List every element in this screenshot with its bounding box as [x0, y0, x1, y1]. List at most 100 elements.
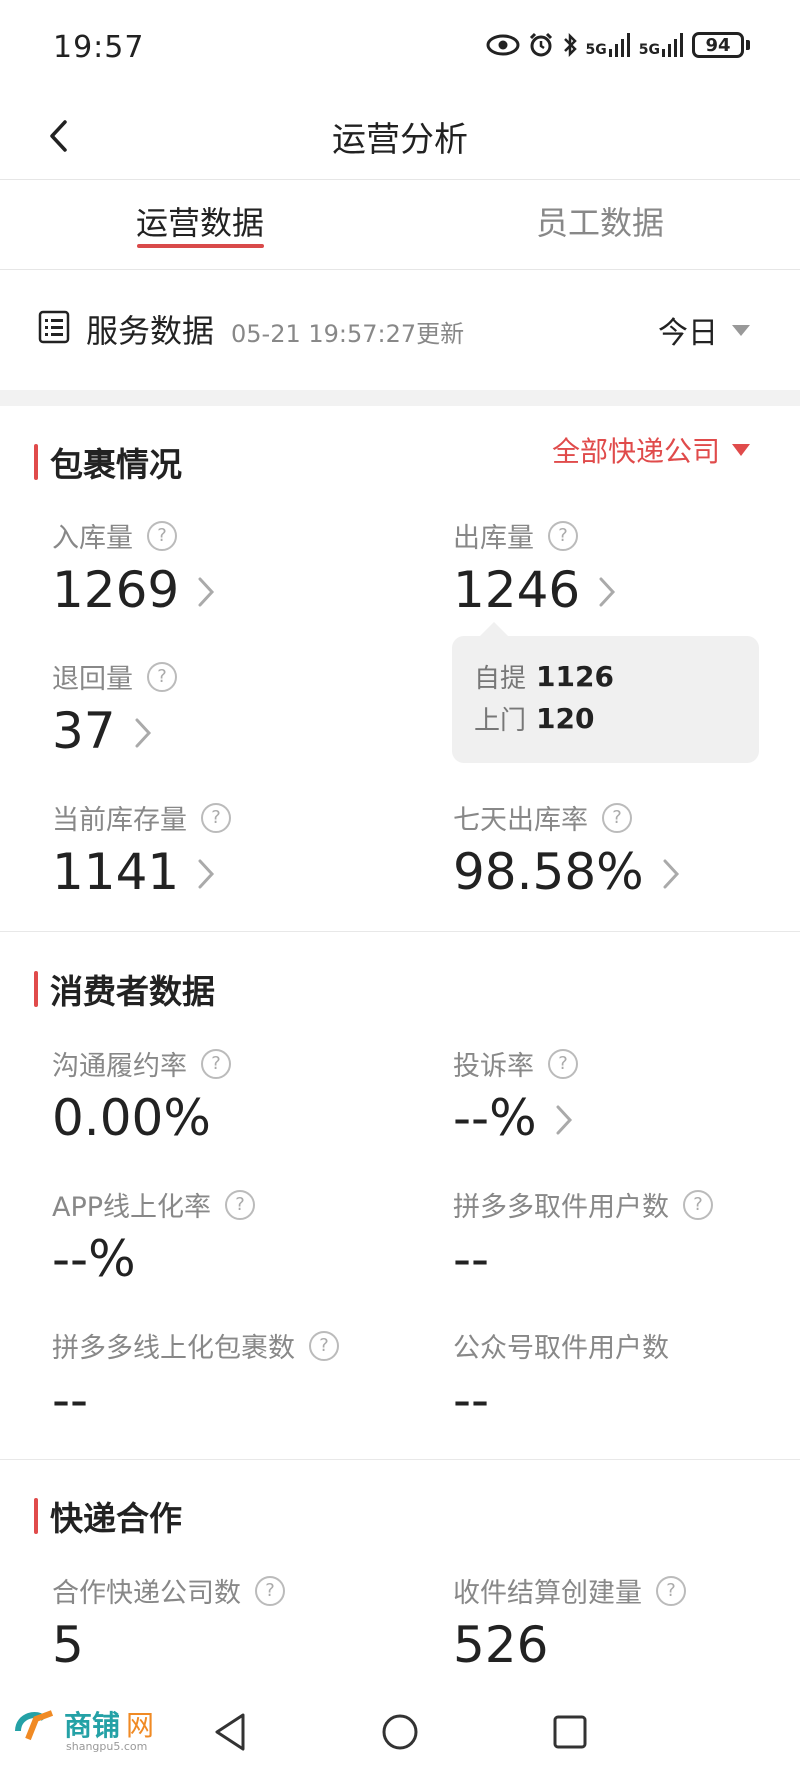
system-recents-button[interactable] [540, 1702, 600, 1762]
battery-icon: 94 [692, 32, 750, 58]
help-icon[interactable]: ? [201, 1048, 231, 1079]
caret-down-icon [732, 324, 750, 336]
metric-value: 37 [52, 702, 116, 760]
metric-inbound[interactable]: 入库量? 1269 [52, 516, 215, 619]
metric-value: -- [52, 1371, 89, 1429]
battery-level: 94 [692, 32, 744, 58]
square-recents-icon [553, 1715, 587, 1749]
metric-complaint-rate[interactable]: 投诉率? --% [453, 1044, 578, 1147]
watermark-text: 商铺 [64, 1709, 121, 1742]
watermark-logo-icon [15, 1710, 54, 1741]
help-icon[interactable]: ? [147, 661, 177, 692]
help-icon[interactable]: ? [225, 1189, 256, 1220]
help-icon[interactable]: ? [255, 1575, 285, 1606]
metric-label: 入库量 [52, 523, 133, 554]
metric-value: 5 [52, 1616, 84, 1674]
metric-label: APP线上化率 [52, 1192, 212, 1223]
help-icon[interactable]: ? [602, 802, 632, 833]
tab-active-indicator [137, 244, 264, 248]
metric-value: 1269 [52, 561, 180, 619]
metric-label: 当前库存量 [52, 805, 187, 836]
tooltip-label: 上门 [474, 706, 527, 736]
section-separator [0, 390, 800, 406]
alarm-icon [529, 32, 552, 57]
metric-value: --% [52, 1230, 136, 1288]
tooltip-self-pickup: 自提 1126 [474, 658, 614, 695]
chevron-right-icon [198, 859, 215, 889]
metric-pdd-pickup-users: 拼多多取件用户数? -- [453, 1185, 713, 1288]
metric-seven-day-outbound-rate[interactable]: 七天出库率? 98.58% [453, 798, 680, 901]
help-icon[interactable]: ? [309, 1330, 339, 1361]
chevron-right-icon [599, 577, 616, 607]
status-bar: 19:57 5G 5G 94 [0, 0, 800, 96]
metric-current-stock[interactable]: 当前库存量? 1141 [52, 798, 231, 901]
metric-outbound[interactable]: 出库量? 1246 [453, 516, 616, 619]
period-selected-value: 今日 [658, 316, 718, 351]
system-back-button[interactable] [200, 1702, 260, 1762]
metric-value: 1141 [52, 843, 180, 901]
chevron-right-icon [556, 1105, 572, 1135]
watermark-subtext: shangpu5.com [66, 1740, 148, 1753]
help-icon[interactable]: ? [683, 1189, 713, 1220]
watermark-logo: 商铺 网 shangpu5.com [14, 1704, 155, 1753]
tab-bar: 运营数据 员工数据 [0, 180, 800, 270]
metric-label: 沟通履约率 [52, 1051, 187, 1082]
section-title-consumer: 消费者数据 [50, 972, 215, 1011]
status-icons: 5G 5G 94 [486, 32, 750, 58]
metric-value: 0.00% [52, 1089, 211, 1147]
tab-staff-data[interactable]: 员工数据 [500, 198, 700, 244]
tooltip-door-delivery: 上门 120 [474, 700, 594, 737]
tooltip-value: 1126 [536, 660, 614, 693]
network-type-2: 5G [638, 42, 660, 58]
metric-partner-couriers: 合作快递公司数? 5 [52, 1571, 285, 1674]
signal-bars-icon [662, 33, 683, 57]
section-accent-bar [34, 971, 38, 1007]
signal-bars-icon [608, 33, 630, 57]
metric-value: 526 [453, 1616, 549, 1674]
signal-1: 5G [586, 33, 631, 57]
system-nav-bar: 商铺 网 shangpu5.com [0, 1690, 800, 1776]
section-accent-bar [34, 1498, 38, 1534]
chevron-right-icon [663, 859, 679, 889]
metric-settlement-created: 收件结算创建量? 526 [453, 1571, 686, 1674]
section-accent-bar [34, 444, 38, 480]
nav-bar: 运营分析 [0, 96, 800, 180]
service-data-header: 服务数据 05-21 19:57:27更新 今日 [0, 270, 800, 390]
divider [0, 931, 800, 932]
metric-label: 退回量 [52, 664, 133, 695]
metric-label: 合作快递公司数 [52, 1578, 241, 1609]
metric-value: -- [453, 1230, 490, 1288]
list-document-icon [38, 310, 70, 344]
system-home-button[interactable] [370, 1702, 430, 1762]
help-icon[interactable]: ? [548, 1048, 578, 1079]
tab-operations-data[interactable]: 运营数据 [100, 198, 300, 244]
metric-returned[interactable]: 退回量? 37 [52, 657, 177, 760]
eye-icon [486, 34, 520, 56]
period-selector[interactable]: 今日 [658, 308, 750, 352]
metric-label: 拼多多取件用户数 [453, 1192, 669, 1223]
help-icon[interactable]: ? [548, 520, 578, 551]
courier-company-filter[interactable]: 全部快递公司 [552, 430, 750, 470]
metric-label: 公众号取件用户数 [453, 1333, 669, 1364]
circle-home-icon [382, 1714, 418, 1750]
watermark-text-net: 网 [126, 1709, 155, 1742]
metric-pdd-online-packages: 拼多多线上化包裹数? -- [52, 1326, 339, 1429]
service-data-title: 服务数据 [86, 312, 215, 350]
metric-label: 投诉率 [453, 1051, 534, 1082]
help-icon[interactable]: ? [147, 520, 177, 551]
section-title-packages: 包裹情况 [50, 445, 182, 484]
help-icon[interactable]: ? [201, 802, 231, 833]
tooltip-label: 自提 [474, 664, 527, 694]
metric-label: 拼多多线上化包裹数 [52, 1333, 295, 1364]
divider [0, 1459, 800, 1460]
page-title: 运营分析 [332, 120, 468, 160]
help-icon[interactable]: ? [656, 1575, 686, 1606]
metric-app-online-rate: APP线上化率? --% [52, 1185, 256, 1288]
outbound-breakdown-tooltip: 自提 1126 上门 120 [452, 622, 759, 763]
metric-value: 1246 [453, 561, 581, 619]
caret-down-icon [732, 444, 750, 456]
network-type-1: 5G [585, 42, 607, 58]
triangle-back-icon [215, 1713, 245, 1751]
metric-label: 出库量 [453, 523, 534, 554]
metric-fulfillment-rate: 沟通履约率? 0.00% [52, 1044, 231, 1147]
